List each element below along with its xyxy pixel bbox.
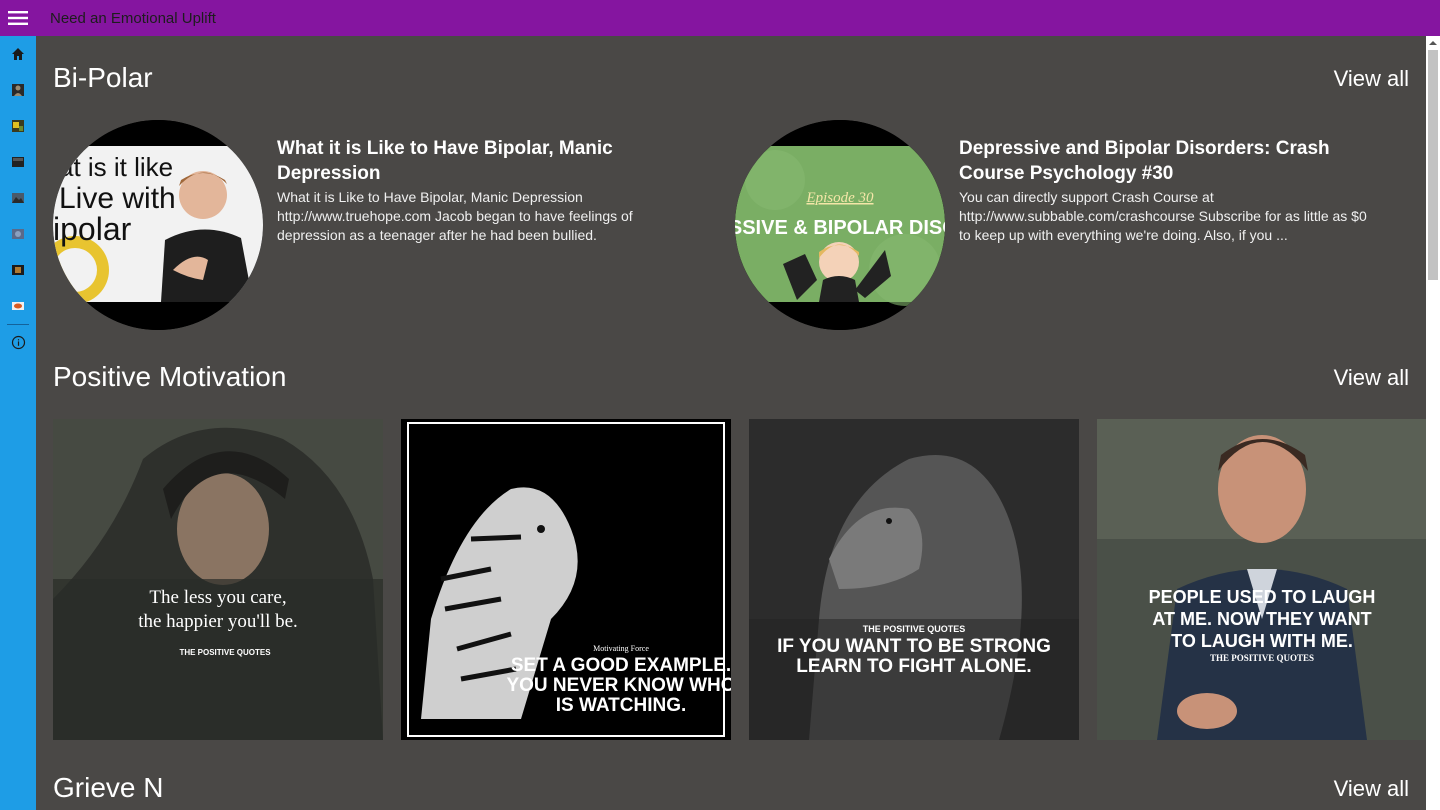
- video-title[interactable]: Depressive and Bipolar Disorders: Crash …: [959, 136, 1379, 186]
- hamburger-icon: [8, 11, 28, 25]
- nav-globe[interactable]: [0, 216, 36, 252]
- globe-icon: [12, 229, 24, 239]
- quote-kicker: THE POSITIVE QUOTES: [863, 624, 966, 634]
- view-all-bipolar-link[interactable]: View all: [1334, 66, 1409, 92]
- landscape-icon: [12, 193, 24, 203]
- quote-line: the happier you'll be.: [138, 611, 298, 632]
- scroll-up-arrow-icon[interactable]: [1428, 38, 1438, 48]
- scrollbar-thumb[interactable]: [1428, 50, 1438, 280]
- quote-image: THE POSITIVE QUOTES IF YOU WANT TO BE ST…: [749, 419, 1079, 740]
- quote-image: The less you care, the happier you'll be…: [53, 419, 383, 740]
- quote-line: IS WATCHING.: [556, 695, 687, 716]
- video-thumbnail-image: Episode 30 PRESSIVE & BIPOLAR DISORDI: [735, 120, 945, 330]
- quote-line: The less you care,: [149, 587, 286, 608]
- nav-video[interactable]: [0, 144, 36, 180]
- food-icon: [12, 302, 24, 310]
- nav-photo[interactable]: [0, 108, 36, 144]
- section-title-grieve: Grieve N: [53, 772, 164, 803]
- video-thumbnail-image: at is it like Live with ipolar: [53, 120, 263, 330]
- quote-line: TO LAUGH WITH ME.: [1171, 631, 1353, 651]
- film-icon: [12, 265, 24, 275]
- thumb-text-line-2: PRESSIVE & BIPOLAR DISORDI: [735, 217, 945, 239]
- nav-person[interactable]: [0, 72, 36, 108]
- main-content: Bi-Polar View all at is it like Live wit…: [36, 36, 1426, 810]
- video-thumbnail[interactable]: at is it like Live with ipolar: [53, 120, 263, 330]
- section-title-bipolar: Bi-Polar: [53, 62, 153, 93]
- sidebar: [0, 36, 36, 810]
- view-all-motivation-link[interactable]: View all: [1334, 365, 1409, 391]
- quote-line: SET A GOOD EXAMPLE.: [511, 655, 731, 676]
- nav-food[interactable]: [0, 288, 36, 324]
- nav-home[interactable]: [0, 36, 36, 72]
- quote-line: AT ME. NOW THEY WANT: [1152, 609, 1371, 629]
- video-card[interactable]: at is it like Live with ipolar What it i…: [53, 120, 713, 330]
- thumb-text-line-1: at is it like: [59, 152, 173, 182]
- nav-landscape[interactable]: [0, 180, 36, 216]
- quote-line: LEARN TO FIGHT ALONE.: [796, 656, 1031, 677]
- quote-tile[interactable]: The less you care, the happier you'll be…: [53, 419, 383, 740]
- person-icon: [12, 84, 24, 96]
- photo-icon: [12, 120, 24, 132]
- hamburger-menu-button[interactable]: [0, 0, 36, 36]
- home-icon: [12, 48, 24, 60]
- info-icon: [11, 335, 25, 349]
- video-description: What it is Like to Have Bipolar, Manic D…: [277, 189, 633, 243]
- quote-line: YOU NEVER KNOW WHO: [506, 675, 731, 696]
- view-all-grieve-link[interactable]: View all: [1334, 776, 1409, 802]
- thumb-text-line-1: Episode 30: [805, 190, 874, 206]
- app-title: Need an Emotional Uplift: [50, 10, 216, 27]
- nav-film[interactable]: [0, 252, 36, 288]
- quote-image: PEOPLE USED TO LAUGH AT ME. NOW THEY WAN…: [1097, 419, 1426, 740]
- video-thumbnail[interactable]: Episode 30 PRESSIVE & BIPOLAR DISORDI: [735, 120, 945, 330]
- title-bar: Need an Emotional Uplift: [0, 0, 1440, 36]
- video-description: You can directly support Crash Course at…: [959, 189, 1367, 243]
- quote-line: IF YOU WANT TO BE STRONG: [777, 636, 1051, 657]
- video-title[interactable]: What it is Like to Have Bipolar, Manic D…: [277, 136, 697, 186]
- section-title-positive-motivation: Positive Motivation: [53, 361, 287, 392]
- quote-kicker: Motivating Force: [593, 644, 649, 653]
- quote-credit: THE POSITIVE QUOTES: [1210, 653, 1314, 663]
- quote-tile[interactable]: THE POSITIVE QUOTES IF YOU WANT TO BE ST…: [749, 419, 1079, 740]
- quote-tile[interactable]: PEOPLE USED TO LAUGH AT ME. NOW THEY WAN…: [1097, 419, 1426, 740]
- nav-info[interactable]: [0, 324, 36, 360]
- video-icon: [12, 157, 24, 167]
- quote-image: Motivating Force SET A GOOD EXAMPLE. YOU…: [401, 419, 731, 740]
- quote-line: PEOPLE USED TO LAUGH: [1149, 587, 1376, 607]
- quote-tile[interactable]: Motivating Force SET A GOOD EXAMPLE. YOU…: [401, 419, 731, 740]
- quote-credit: THE POSITIVE QUOTES: [179, 648, 271, 657]
- vertical-scrollbar[interactable]: [1426, 36, 1440, 810]
- thumb-text-line-3: ipolar: [53, 211, 132, 247]
- video-card[interactable]: Episode 30 PRESSIVE & BIPOLAR DISORDI De…: [735, 120, 1395, 330]
